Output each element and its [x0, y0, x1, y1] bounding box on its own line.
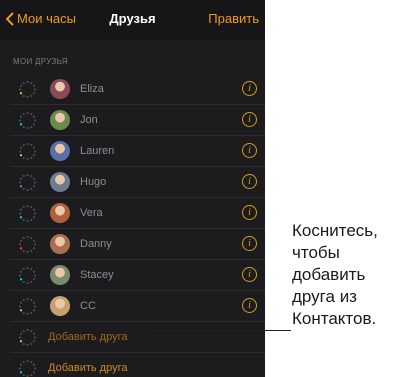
info-icon[interactable]: i — [242, 205, 257, 220]
activity-ring-icon — [18, 297, 37, 316]
friend-row[interactable]: CC i — [10, 291, 265, 322]
friend-row[interactable]: Lauren i — [10, 136, 265, 167]
friend-row[interactable]: Stacey i — [10, 260, 265, 291]
activity-ring-icon — [18, 328, 37, 347]
activity-ring-icon — [18, 142, 37, 161]
friend-name: Jon — [80, 114, 98, 126]
callout-text: Коснитесь, чтобы добавить друга из Конта… — [292, 221, 378, 328]
info-icon[interactable]: i — [242, 143, 257, 158]
add-friend-row[interactable]: Добавить друга — [10, 322, 265, 353]
friend-row[interactable]: Eliza i — [10, 74, 265, 105]
activity-ring-icon — [18, 359, 37, 377]
avatar — [50, 296, 70, 316]
section-header: МОИ ДРУЗЬЯ — [13, 57, 68, 66]
friend-name: Vera — [80, 207, 103, 219]
edit-button[interactable]: Править — [208, 11, 259, 26]
info-icon[interactable]: i — [242, 298, 257, 313]
avatar — [50, 234, 70, 254]
add-friend-label[interactable]: Добавить друга — [48, 362, 127, 374]
friend-row[interactable]: Vera i — [10, 198, 265, 229]
info-icon[interactable]: i — [242, 174, 257, 189]
friend-name: Hugo — [80, 176, 107, 188]
add-friend-label[interactable]: Добавить друга — [48, 331, 127, 343]
activity-ring-icon — [18, 235, 37, 254]
friend-row[interactable]: Jon i — [10, 105, 265, 136]
avatar — [50, 79, 70, 99]
avatar — [50, 141, 70, 161]
info-icon[interactable]: i — [242, 81, 257, 96]
avatar — [50, 203, 70, 223]
activity-ring-icon — [18, 204, 37, 223]
avatar — [50, 110, 70, 130]
watch-app-screen: Мои часы Друзья Править МОИ ДРУЗЬЯ Eliza… — [0, 0, 265, 377]
callout-line — [145, 330, 291, 331]
friend-row[interactable]: Danny i — [10, 229, 265, 260]
activity-ring-icon — [18, 173, 37, 192]
friend-row[interactable]: Hugo i — [10, 167, 265, 198]
avatar — [50, 172, 70, 192]
activity-ring-icon — [18, 80, 37, 99]
friend-name: Lauren — [80, 145, 115, 157]
activity-ring-icon — [18, 111, 37, 130]
friend-name: Danny — [80, 238, 112, 250]
friend-name: Stacey — [80, 269, 114, 281]
avatar — [50, 265, 70, 285]
add-friend-row[interactable]: Добавить друга — [10, 353, 265, 377]
friend-name: Eliza — [80, 83, 104, 95]
info-icon[interactable]: i — [242, 267, 257, 282]
info-icon[interactable]: i — [242, 236, 257, 251]
friends-list: Eliza i Jon i Lauren i Hugo i Vera i Danny i Stacey i… — [0, 74, 265, 377]
info-icon[interactable]: i — [242, 112, 257, 127]
navigation-bar: Мои часы Друзья Править — [0, 0, 265, 40]
friend-name: CC — [80, 300, 96, 312]
activity-ring-icon — [18, 266, 37, 285]
